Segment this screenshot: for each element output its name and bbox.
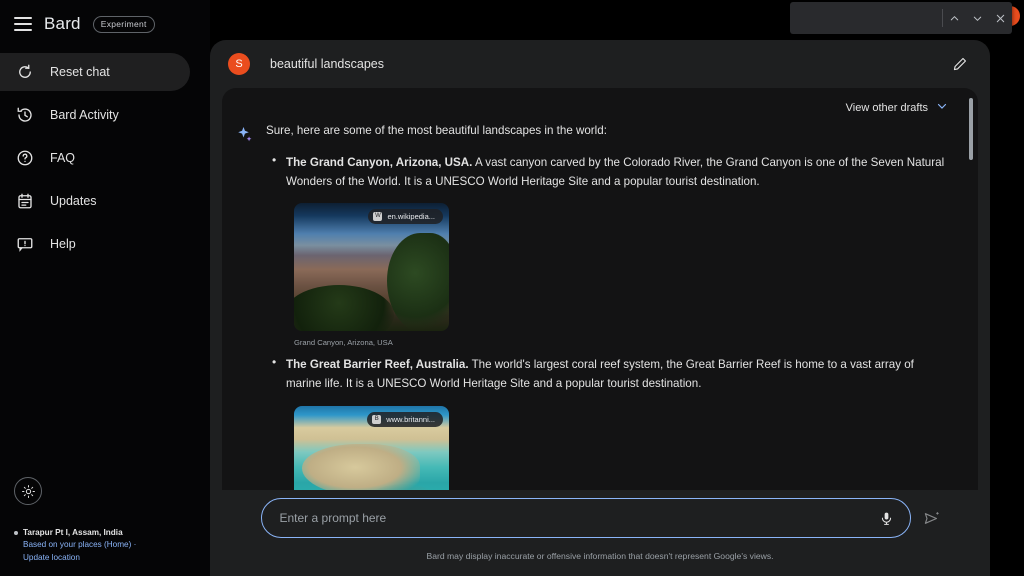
chevron-down-icon[interactable] — [966, 2, 989, 34]
prompt-box[interactable] — [260, 498, 911, 538]
hamburger-menu-icon[interactable] — [14, 17, 32, 31]
sidebar-footer: Tarapur Pt I, Assam, India Based on your… — [0, 477, 210, 568]
send-icon[interactable] — [923, 510, 940, 527]
drafts-row: View other drafts — [222, 88, 978, 115]
sidebar-nav: Reset chat Bard Activity FAQ Updates Hel… — [0, 53, 210, 263]
sidebar-item-reset-chat[interactable]: Reset chat — [0, 53, 190, 91]
help-circle-icon — [16, 149, 34, 167]
list-item-text: The Grand Canyon, Arizona, USA. A vast c… — [286, 154, 950, 192]
brand-row: Bard Experiment — [0, 0, 210, 48]
source-label: en.wikipedia... — [387, 212, 435, 222]
disclaimer-text: Bard may display inaccurate or offensive… — [426, 551, 774, 561]
sidebar-item-label: FAQ — [50, 151, 76, 165]
location-dot-icon — [14, 531, 18, 536]
wikipedia-favicon-icon: W — [373, 212, 383, 222]
source-badge[interactable]: W en.wikipedia... — [368, 209, 443, 225]
list-item-title: The Great Barrier Reef, Australia. — [286, 358, 469, 372]
location-row: Tarapur Pt I, Assam, India — [14, 527, 210, 539]
landscape-image-grand-canyon[interactable]: W en.wikipedia... — [294, 203, 449, 332]
update-location-link[interactable]: Update location — [14, 552, 210, 564]
prompt-input[interactable] — [279, 511, 879, 525]
britannica-favicon-icon: B — [372, 414, 382, 424]
list-item-title: The Grand Canyon, Arizona, USA. — [286, 155, 473, 169]
chevron-up-icon[interactable] — [943, 2, 966, 34]
sidebar-item-help[interactable]: Help — [0, 225, 190, 263]
sidebar: Bard Experiment Reset chat Bard Activity — [0, 0, 210, 576]
scrollbar[interactable] — [969, 98, 973, 518]
prompt-header: S beautiful landscapes — [210, 40, 990, 88]
view-other-drafts-label: View other drafts — [845, 101, 928, 114]
location-block: Tarapur Pt I, Assam, India Based on your… — [14, 527, 210, 568]
list-item-text: The Great Barrier Reef, Australia. The w… — [286, 356, 950, 394]
page-title: Bard — [44, 14, 81, 33]
sidebar-item-bard-activity[interactable]: Bard Activity — [0, 96, 190, 134]
sidebar-item-label: Help — [50, 237, 76, 251]
find-bar — [790, 2, 1012, 34]
composer-area: Bard may display inaccurate or offensive… — [210, 490, 990, 576]
landscape-list: The Grand Canyon, Arizona, USA. A vast c… — [266, 153, 950, 526]
image-caption: Grand Canyon, Arizona, USA — [294, 338, 393, 348]
composer-row — [260, 498, 940, 538]
thumbnail-wrapper[interactable]: W en.wikipedia... Grand Canyon, Arizona,… — [294, 203, 449, 347]
calendar-icon — [16, 192, 34, 210]
source-label: www.britanni... — [386, 414, 435, 424]
sidebar-item-label: Reset chat — [50, 65, 110, 79]
sidebar-item-label: Bard Activity — [50, 108, 119, 122]
chat-panel: S beautiful landscapes View other drafts — [210, 40, 990, 562]
response-intro: Sure, here are some of the most beautifu… — [266, 124, 607, 137]
close-icon[interactable] — [989, 2, 1012, 34]
user-prompt-text: beautiful landscapes — [270, 57, 384, 71]
source-badge[interactable]: B www.britanni... — [367, 411, 443, 427]
sidebar-item-faq[interactable]: FAQ — [0, 139, 190, 177]
history-icon — [16, 106, 34, 124]
brightness-icon[interactable] — [14, 477, 42, 506]
location-place: Tarapur Pt I, Assam, India — [23, 528, 123, 538]
response-content: Sure, here are some of the most beautifu… — [254, 123, 950, 526]
sidebar-item-updates[interactable]: Updates — [0, 182, 190, 220]
response-card: View other drafts Sure, here are some of… — [222, 88, 978, 526]
experiment-badge: Experiment — [92, 15, 155, 33]
find-input[interactable] — [790, 2, 942, 34]
microphone-icon[interactable] — [879, 511, 894, 526]
scrollbar-thumb[interactable] — [969, 98, 973, 160]
user-avatar: S — [228, 53, 250, 75]
location-basis[interactable]: Based on your places (Home) · — [14, 539, 210, 551]
pencil-icon[interactable] — [952, 56, 968, 72]
response-body: Sure, here are some of the most beautifu… — [222, 115, 978, 526]
view-other-drafts-button[interactable]: View other drafts — [846, 100, 948, 115]
sidebar-item-label: Updates — [50, 194, 97, 208]
help-book-icon — [16, 235, 34, 253]
bard-sparkle-icon — [236, 123, 254, 526]
refresh-icon — [16, 63, 34, 81]
chevron-down-icon — [936, 100, 948, 115]
list-item: The Grand Canyon, Arizona, USA. A vast c… — [266, 153, 950, 348]
